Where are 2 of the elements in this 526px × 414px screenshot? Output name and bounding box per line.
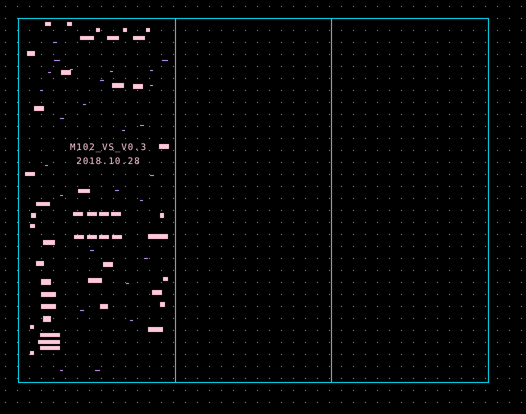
silkscreen-label: M102_VS_V0.3 bbox=[70, 143, 148, 154]
silkscreen-label: 2018.10.28 bbox=[76, 157, 141, 168]
